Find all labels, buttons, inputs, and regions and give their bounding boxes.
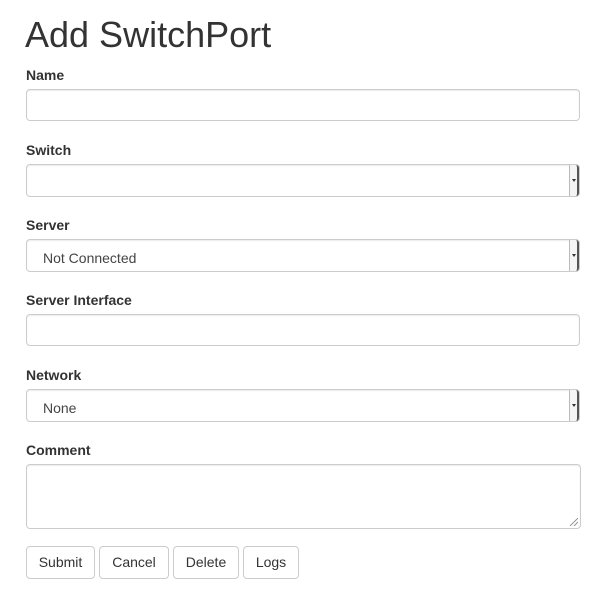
comment-textarea[interactable] [26,464,581,529]
switch-select[interactable] [26,164,580,197]
network-select[interactable]: None [26,389,580,422]
chevron-down-icon[interactable] [569,165,579,196]
network-label: Network [26,367,82,383]
network-selected-value: None [43,400,77,416]
submit-button[interactable]: Submit [26,546,95,579]
delete-button[interactable]: Delete [173,546,239,579]
server-selected-value: Not Connected [43,250,137,266]
cancel-button[interactable]: Cancel [99,546,169,579]
add-switchport-page: Add SwitchPort Name Switch Server Not Co… [0,0,609,595]
name-label: Name [26,67,65,83]
server-select[interactable]: Not Connected [26,239,580,272]
switch-label: Switch [26,142,72,158]
server-label: Server [26,217,70,233]
logs-button[interactable]: Logs [243,546,299,579]
chevron-down-icon[interactable] [569,240,579,271]
resize-grip-icon[interactable] [570,518,578,526]
page-title: Add SwitchPort [25,14,272,55]
comment-label: Comment [26,442,91,458]
server-interface-input[interactable] [26,314,580,346]
name-input[interactable] [26,89,580,121]
server-interface-label: Server Interface [26,292,132,308]
chevron-down-icon[interactable] [569,390,579,421]
